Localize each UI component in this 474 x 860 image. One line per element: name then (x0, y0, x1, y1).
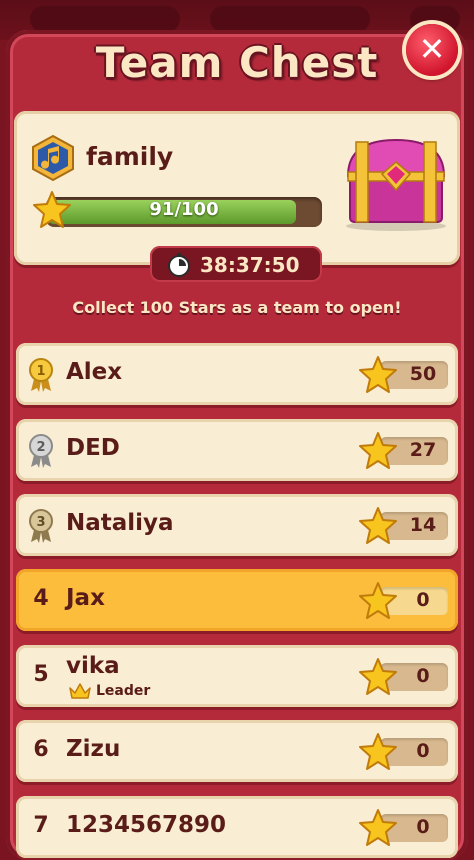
member-name: Nataliya (66, 510, 174, 536)
rank-number: 4 (33, 586, 49, 611)
member-score: 0 (416, 665, 430, 687)
member-name: DED (66, 435, 120, 461)
svg-text:1: 1 (36, 364, 45, 379)
close-icon: ✕ (418, 30, 446, 68)
timer-text: 38:37:50 (200, 253, 300, 277)
member-row[interactable]: 1 Alex 50 (16, 343, 458, 405)
hud-pill (30, 6, 180, 32)
bronze-medal-icon: 3 (29, 509, 53, 543)
crown-icon (69, 683, 91, 699)
member-row[interactable]: 7 1234567890 0 (16, 796, 458, 858)
member-score: 50 (409, 363, 437, 385)
member-name: Jax (66, 585, 105, 611)
star-icon (359, 507, 397, 544)
rank-number: 5 (33, 662, 49, 687)
member-score: 0 (416, 589, 430, 611)
member-score: 14 (409, 514, 437, 536)
svg-text:2: 2 (36, 440, 45, 455)
member-row[interactable]: 6 Zizu 0 (16, 720, 458, 782)
member-name: Alex (66, 359, 123, 385)
star-icon (359, 582, 397, 619)
rank-number: 6 (33, 737, 49, 762)
music-note-badge-icon (32, 134, 74, 182)
star-icon (359, 432, 397, 469)
goal-text: Collect 100 Stars as a team to open! (72, 298, 402, 317)
svg-text:3: 3 (36, 515, 45, 530)
member-row[interactable]: 3 Nataliya 14 (16, 494, 458, 556)
star-icon (359, 809, 397, 846)
member-row-highlighted[interactable]: 4 Jax 0 (16, 569, 458, 631)
page-title: Team Chest (95, 38, 379, 87)
silver-medal-icon: 2 (29, 434, 53, 468)
star-icon (359, 658, 397, 695)
star-icon (33, 191, 71, 228)
hud-pill (210, 6, 370, 32)
member-row[interactable]: 5 vika Leader 0 (16, 645, 458, 707)
gold-medal-icon: 1 (29, 358, 53, 392)
member-row[interactable]: 2 DED 27 (16, 419, 458, 481)
member-score: 27 (409, 439, 437, 461)
member-name: 1234567890 (66, 812, 227, 838)
stopwatch-icon (168, 253, 190, 277)
team-name: family (86, 142, 174, 171)
member-score: 0 (416, 740, 430, 762)
progress-text: 91/100 (149, 199, 219, 220)
treasure-chest-icon (346, 138, 446, 231)
star-icon (359, 733, 397, 770)
rank-number: 7 (33, 813, 49, 838)
close-button[interactable]: ✕ (406, 24, 458, 76)
star-icon (359, 356, 397, 393)
leader-label: Leader (96, 683, 151, 699)
member-score: 0 (416, 816, 430, 838)
member-name: Zizu (66, 736, 121, 762)
member-name: vika (66, 653, 120, 679)
